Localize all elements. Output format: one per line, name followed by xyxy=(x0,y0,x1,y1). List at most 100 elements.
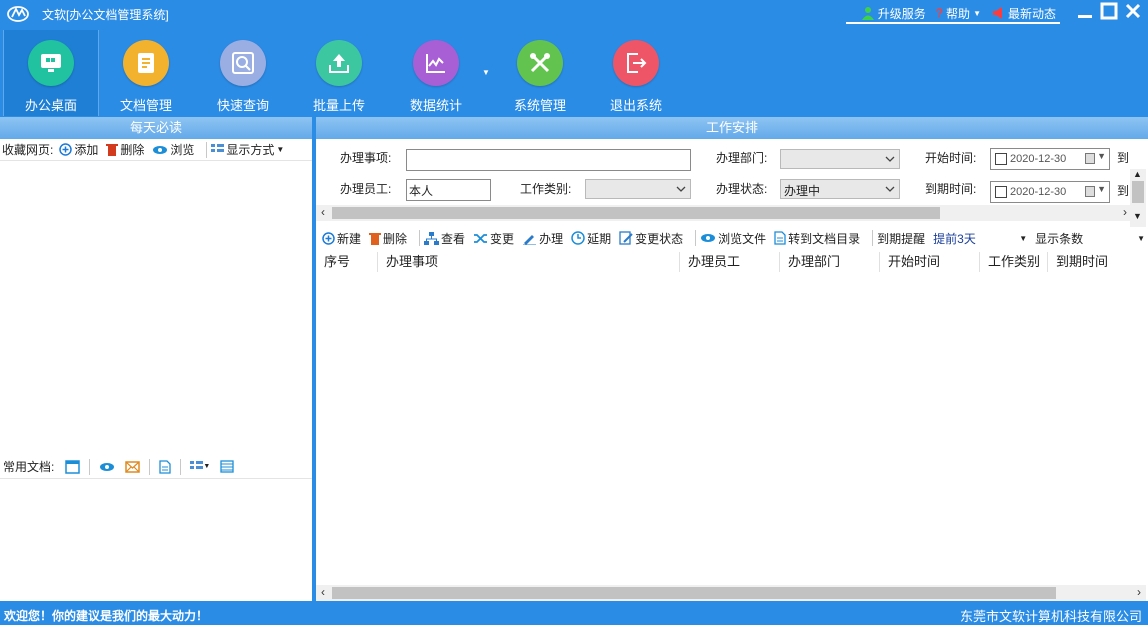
column-header[interactable]: 到期时间 xyxy=(1048,252,1142,272)
chevron-left-icon[interactable]: ‹ xyxy=(316,205,330,219)
change-button[interactable]: 变更 xyxy=(473,230,514,247)
item-input[interactable] xyxy=(406,149,691,171)
chevron-left-icon[interactable]: ‹ xyxy=(316,585,330,599)
form-vertical-scrollbar[interactable]: ▲ ▼ xyxy=(1130,169,1146,227)
view-doc-button[interactable] xyxy=(99,461,115,473)
type-select[interactable] xyxy=(585,179,691,199)
goto-doc-dir-label: 转到文档目录 xyxy=(788,231,861,246)
due-date-checkbox[interactable] xyxy=(995,186,1007,198)
chevron-down-icon xyxy=(885,156,895,162)
tool-label: 文档管理 xyxy=(119,98,172,113)
staff-input[interactable]: 本人 xyxy=(406,179,491,201)
dept-select[interactable] xyxy=(780,149,900,169)
minimize-button[interactable] xyxy=(1076,2,1094,20)
form-horizontal-scrollbar[interactable]: ‹ › xyxy=(316,205,1132,221)
mail-doc-button[interactable] xyxy=(125,460,141,473)
close-button[interactable] xyxy=(1124,2,1142,20)
more-chevron-icon[interactable]: ▼ xyxy=(1137,234,1145,243)
add-label: 添加 xyxy=(74,143,99,157)
separator xyxy=(872,230,874,246)
tool-office-desktop[interactable]: 办公桌面 xyxy=(3,30,99,116)
eye-icon xyxy=(100,462,115,471)
person-up-icon xyxy=(861,7,874,20)
add-icon xyxy=(59,143,73,156)
shuffle-icon xyxy=(474,233,488,243)
browse-files-button[interactable]: 浏览文件 xyxy=(700,230,766,247)
status-bar: 欢迎您！你的建议是我们的最大动力！ 东莞市文软计算机科技有限公司 xyxy=(0,603,1148,625)
tool-quick-search[interactable]: 快速查询 xyxy=(195,30,291,116)
add-icon xyxy=(322,231,335,245)
table-horizontal-scrollbar[interactable]: ‹ › xyxy=(316,585,1146,601)
status-select[interactable]: 办理中 xyxy=(780,179,900,199)
add-favorite-button[interactable]: 添加 xyxy=(59,141,98,158)
calendar-icon xyxy=(1085,153,1095,164)
help-link[interactable]: ? 帮助 ▼ xyxy=(936,5,981,22)
doc-view-mode-button[interactable]: ▼ xyxy=(190,460,210,473)
type-label: 工作类别: xyxy=(520,182,572,196)
separator xyxy=(180,458,182,475)
column-header[interactable]: 序号 xyxy=(316,252,378,272)
tool-label: 办公桌面 xyxy=(24,98,77,113)
browse-favorite-button[interactable]: 浏览 xyxy=(152,141,194,158)
help-icon: ? xyxy=(935,6,944,20)
work-schedule-header: 工作安排 xyxy=(316,117,1148,139)
app-window: 文软[办公文档管理系统] 升级服务 ? 帮助 ▼ 最新动态 办公桌面 文档管理 … xyxy=(0,0,1148,625)
statistics-dropdown-icon[interactable]: ▼ xyxy=(482,68,490,77)
extend-label: 延期 xyxy=(587,231,612,246)
main-toolbar: 办公桌面 文档管理 快速查询 批量上传 数据统计 ▼ 系统管理 退出系统 xyxy=(0,30,1148,116)
scroll-thumb[interactable] xyxy=(1132,181,1144,203)
delete-favorite-button[interactable]: 删除 xyxy=(106,141,144,158)
extend-button[interactable]: 延期 xyxy=(571,230,611,247)
chevron-right-icon[interactable]: › xyxy=(1118,205,1132,219)
tool-label: 系统管理 xyxy=(513,98,566,113)
display-mode-label: 显示方式 xyxy=(226,143,275,157)
chevron-right-icon[interactable]: › xyxy=(1132,585,1146,599)
welcome-message: 欢迎您！你的建议是我们的最大动力！ xyxy=(4,609,209,623)
change-status-button[interactable]: 变更状态 xyxy=(619,230,683,247)
schedule-table: 序号 办理事项 办理员工 办理部门 开始时间 工作类别 到期时间 xyxy=(316,250,1146,274)
column-header[interactable]: 办理员工 xyxy=(680,252,780,272)
start-date-value: 2020-12-30 xyxy=(1010,153,1067,165)
separator xyxy=(419,230,421,246)
start-date-picker[interactable]: 2020-12-30 ▼ xyxy=(990,148,1110,170)
maximize-button[interactable] xyxy=(1100,2,1118,20)
goto-doc-dir-button[interactable]: 转到文档目录 xyxy=(774,230,860,247)
due-date-picker[interactable]: 2020-12-30 ▼ xyxy=(990,181,1110,203)
list-view-icon xyxy=(211,144,225,152)
news-link[interactable]: 最新动态 xyxy=(991,5,1056,22)
file-icon xyxy=(774,231,786,245)
column-header[interactable]: 开始时间 xyxy=(880,252,980,272)
column-header[interactable]: 办理事项 xyxy=(378,252,680,272)
doc-file-button[interactable] xyxy=(159,459,171,474)
separator xyxy=(206,141,208,158)
doc-table-button[interactable] xyxy=(220,460,234,473)
item-label: 办理事项: xyxy=(340,151,392,165)
handle-button[interactable]: 办理 xyxy=(522,230,563,247)
column-header[interactable]: 办理部门 xyxy=(780,252,880,272)
display-mode-button[interactable]: 显示方式 ▼ xyxy=(211,141,284,158)
scroll-thumb[interactable] xyxy=(332,587,1056,599)
window-title: 文软[办公文档管理系统] xyxy=(42,8,169,22)
tool-exit-system[interactable]: 退出系统 xyxy=(588,30,684,116)
tool-data-statistics[interactable]: 数据统计 xyxy=(388,30,484,116)
minimize-icon xyxy=(1078,15,1092,18)
start-date-checkbox[interactable] xyxy=(995,153,1007,165)
company-name: 东莞市文软计算机科技有限公司 xyxy=(959,609,1142,624)
column-header[interactable]: 工作类别 xyxy=(980,252,1048,272)
remind-select[interactable]: 提前3天 ▼ xyxy=(933,230,1027,247)
scroll-thumb[interactable] xyxy=(332,207,940,219)
new-button[interactable]: 新建 xyxy=(322,230,361,247)
due-to-label: 到 xyxy=(1117,184,1130,198)
tool-batch-upload[interactable]: 批量上传 xyxy=(291,30,387,116)
upgrade-link[interactable]: 升级服务 xyxy=(861,5,926,22)
open-doc-button[interactable] xyxy=(65,459,81,474)
delete-button[interactable]: 删除 xyxy=(369,230,407,247)
clock-icon xyxy=(571,231,585,245)
staff-label: 办理员工: xyxy=(340,182,392,196)
separator xyxy=(89,458,91,475)
view-button[interactable]: 查看 xyxy=(424,230,465,247)
tool-system-management[interactable]: 系统管理 xyxy=(492,30,588,116)
help-label: 帮助 xyxy=(946,6,971,21)
tool-document-management[interactable]: 文档管理 xyxy=(98,30,194,116)
handle-label: 办理 xyxy=(539,231,564,246)
